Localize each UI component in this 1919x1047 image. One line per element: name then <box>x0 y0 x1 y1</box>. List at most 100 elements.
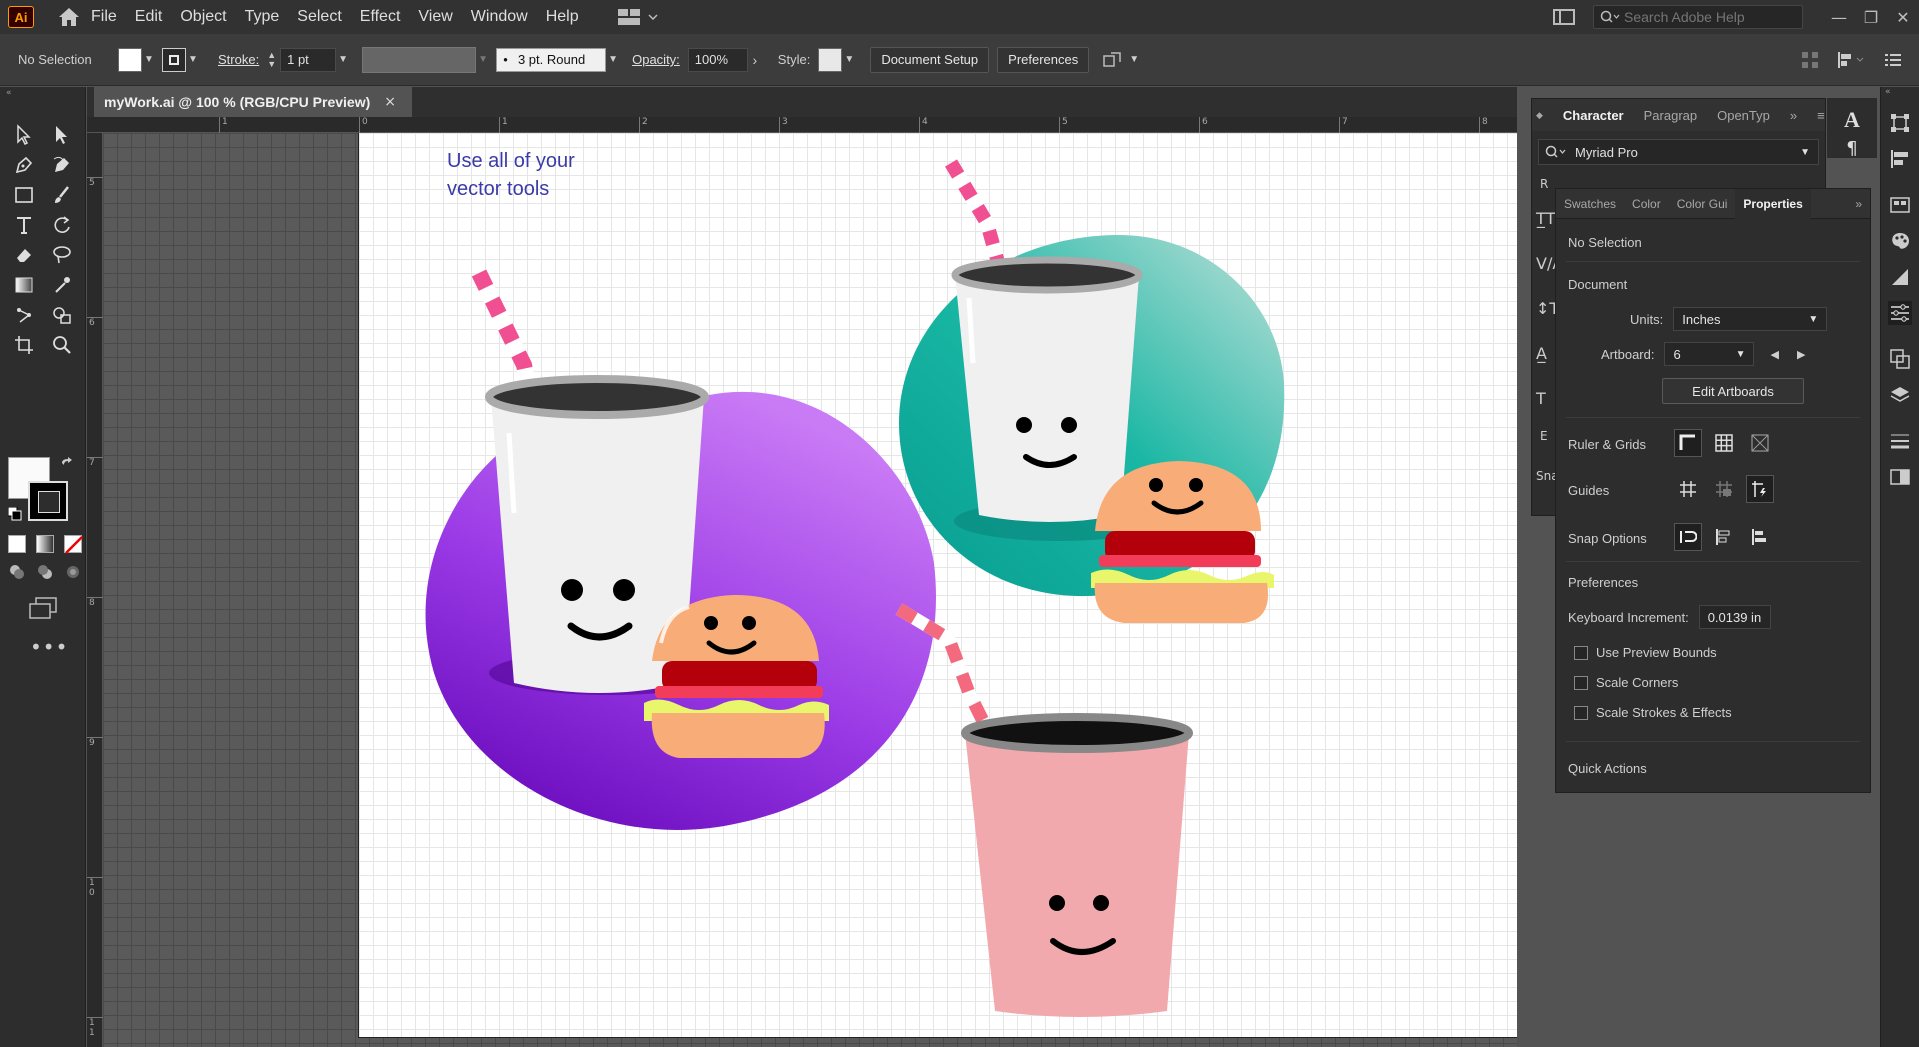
pen-tool-icon[interactable] <box>10 153 38 177</box>
stroke-weight-dropdown-icon[interactable]: ▼ <box>336 54 350 65</box>
default-colors-icon[interactable] <box>8 507 22 521</box>
scale-strokes-checkbox[interactable] <box>1574 705 1588 720</box>
show-rulers-icon[interactable] <box>1674 429 1702 457</box>
tab-properties[interactable]: Properties <box>1735 188 1811 219</box>
rotate-tool-icon[interactable] <box>48 213 76 237</box>
artboard-tool-icon[interactable] <box>10 333 38 357</box>
expand-panel-icon[interactable]: » <box>1780 108 1807 123</box>
stroke-color-box[interactable] <box>28 481 68 521</box>
pathfinder-panel-icon[interactable] <box>1888 347 1912 371</box>
help-search-field[interactable] <box>1593 5 1803 29</box>
stroke-dropdown-icon[interactable]: ▼ <box>186 54 200 65</box>
purple-blob-group[interactable] <box>425 269 936 830</box>
next-artboard-icon[interactable]: ▶ <box>1797 348 1805 361</box>
draw-behind-icon[interactable] <box>36 563 54 581</box>
shape-builder-tool-icon[interactable] <box>48 303 76 327</box>
selection-tool-icon[interactable] <box>10 123 38 147</box>
artwork[interactable] <box>359 133 1517 1037</box>
panel-collapse-icon[interactable]: ◆ <box>1532 110 1553 121</box>
eraser-tool-icon[interactable] <box>10 243 38 267</box>
menu-select[interactable]: Select <box>288 0 350 34</box>
opacity-expand-icon[interactable]: › <box>748 52 762 68</box>
fill-dropdown-icon[interactable]: ▼ <box>142 54 156 65</box>
workspace-switcher[interactable] <box>612 3 664 31</box>
document-tab[interactable]: myWork.ai @ 100 % (RGB/CPU Preview) × <box>94 87 412 117</box>
menu-file[interactable]: File <box>82 0 126 34</box>
paintbrush-tool-icon[interactable] <box>48 183 76 207</box>
fill-swatch[interactable] <box>118 47 142 72</box>
menu-object[interactable]: Object <box>171 0 235 34</box>
show-grid-icon[interactable] <box>1710 429 1738 457</box>
tab-swatches[interactable]: Swatches <box>1556 197 1624 211</box>
minimize-button[interactable]: — <box>1823 0 1855 34</box>
puppet-warp-tool-icon[interactable] <box>10 303 38 327</box>
menu-type[interactable]: Type <box>236 0 289 34</box>
gradient-mode-icon[interactable] <box>36 535 54 553</box>
draw-normal-icon[interactable] <box>8 563 26 581</box>
curvature-tool-icon[interactable] <box>48 153 76 177</box>
stroke-panel-icon[interactable] <box>1888 429 1912 453</box>
profile-dropdown-icon[interactable]: ▼ <box>476 54 490 65</box>
zoom-tool-icon[interactable] <box>48 333 76 357</box>
transparency-panel-icon[interactable] <box>1888 465 1912 489</box>
stroke-swatch[interactable] <box>162 47 186 72</box>
stroke-label[interactable]: Stroke: <box>218 52 259 67</box>
teal-blob-group[interactable] <box>899 159 1285 623</box>
edit-artboards-button[interactable]: Edit Artboards <box>1662 378 1804 404</box>
artboard-dropdown[interactable]: 6 ▼ <box>1664 342 1755 366</box>
snap-to-pixel-icon[interactable] <box>1710 523 1738 551</box>
pink-cup-group[interactable] <box>895 603 1193 1017</box>
collapse-toolbar-icon[interactable]: « <box>0 87 85 99</box>
artboard[interactable]: Use all of your vector tools <box>359 133 1517 1037</box>
properties-panel-icon[interactable] <box>1888 301 1912 325</box>
expand-panel-icon[interactable]: » <box>1847 197 1870 211</box>
libraries-panel-icon[interactable] <box>1888 193 1912 217</box>
variable-width-profile[interactable] <box>362 46 477 73</box>
direct-selection-tool-icon[interactable] <box>48 123 76 147</box>
color-mode-icon[interactable] <box>8 535 26 553</box>
app-logo[interactable]: Ai <box>8 6 34 28</box>
paragraph-panel-icon[interactable]: ¶ <box>1840 136 1864 160</box>
previous-artboard-icon[interactable]: ◀ <box>1770 348 1778 361</box>
menu-effect[interactable]: Effect <box>351 0 410 34</box>
restore-button[interactable]: ❐ <box>1855 0 1887 34</box>
draw-inside-icon[interactable] <box>64 563 82 581</box>
keyboard-increment-field[interactable]: 0.0139 in <box>1698 605 1771 629</box>
artboard-heading-text[interactable]: Use all of your vector tools <box>447 147 575 203</box>
edit-toolbar-icon[interactable]: ••• <box>30 635 68 659</box>
menu-window[interactable]: Window <box>462 0 537 34</box>
chevron-down-icon[interactable]: ▼ <box>1800 147 1810 158</box>
arrange-documents-icon[interactable] <box>1553 9 1575 25</box>
lock-guides-icon[interactable] <box>1710 475 1738 503</box>
close-window-button[interactable]: ✕ <box>1887 0 1919 34</box>
font-family-field[interactable]: Myriad Pro ▼ <box>1538 139 1819 165</box>
expand-panels-icon[interactable]: « <box>1881 87 1919 99</box>
home-icon[interactable] <box>56 4 82 30</box>
stroke-stepper-icon[interactable]: ▲ ▼ <box>267 50 276 69</box>
snap-to-point-icon[interactable] <box>1674 523 1702 551</box>
tab-color[interactable]: Color <box>1624 197 1669 211</box>
tab-paragraph[interactable]: Paragrap <box>1634 108 1707 123</box>
color-panel-icon[interactable] <box>1888 229 1912 253</box>
tab-color-guide[interactable]: Color Gui <box>1669 197 1736 211</box>
gradient-tool-icon[interactable] <box>10 273 38 297</box>
scale-corners-checkbox[interactable] <box>1574 675 1588 690</box>
tab-opentype[interactable]: OpenTyp <box>1707 108 1780 123</box>
align-left-icon[interactable] <box>1837 51 1867 69</box>
layers-panel-icon[interactable] <box>1888 383 1912 407</box>
opacity-label[interactable]: Opacity: <box>632 52 680 67</box>
smart-guides-icon[interactable] <box>1746 475 1774 503</box>
opacity-field[interactable]: 100% <box>687 47 748 72</box>
show-guides-icon[interactable] <box>1674 475 1702 503</box>
graphic-style-swatch[interactable] <box>818 47 843 72</box>
use-preview-bounds-checkbox[interactable] <box>1574 645 1588 660</box>
units-dropdown[interactable]: Inches ▼ <box>1673 307 1828 331</box>
help-search-input[interactable] <box>1624 9 1794 25</box>
snap-to-glyph-icon[interactable] <box>1746 523 1774 551</box>
preferences-button[interactable]: Preferences <box>997 46 1090 73</box>
transform-panel-icon[interactable] <box>1888 111 1912 135</box>
brush-definition-field[interactable]: ● 3 pt. Round <box>496 47 607 72</box>
swap-fill-stroke-icon[interactable] <box>60 457 74 471</box>
screen-mode-icon[interactable] <box>28 597 58 619</box>
character-panel-icon[interactable]: A <box>1840 107 1864 132</box>
